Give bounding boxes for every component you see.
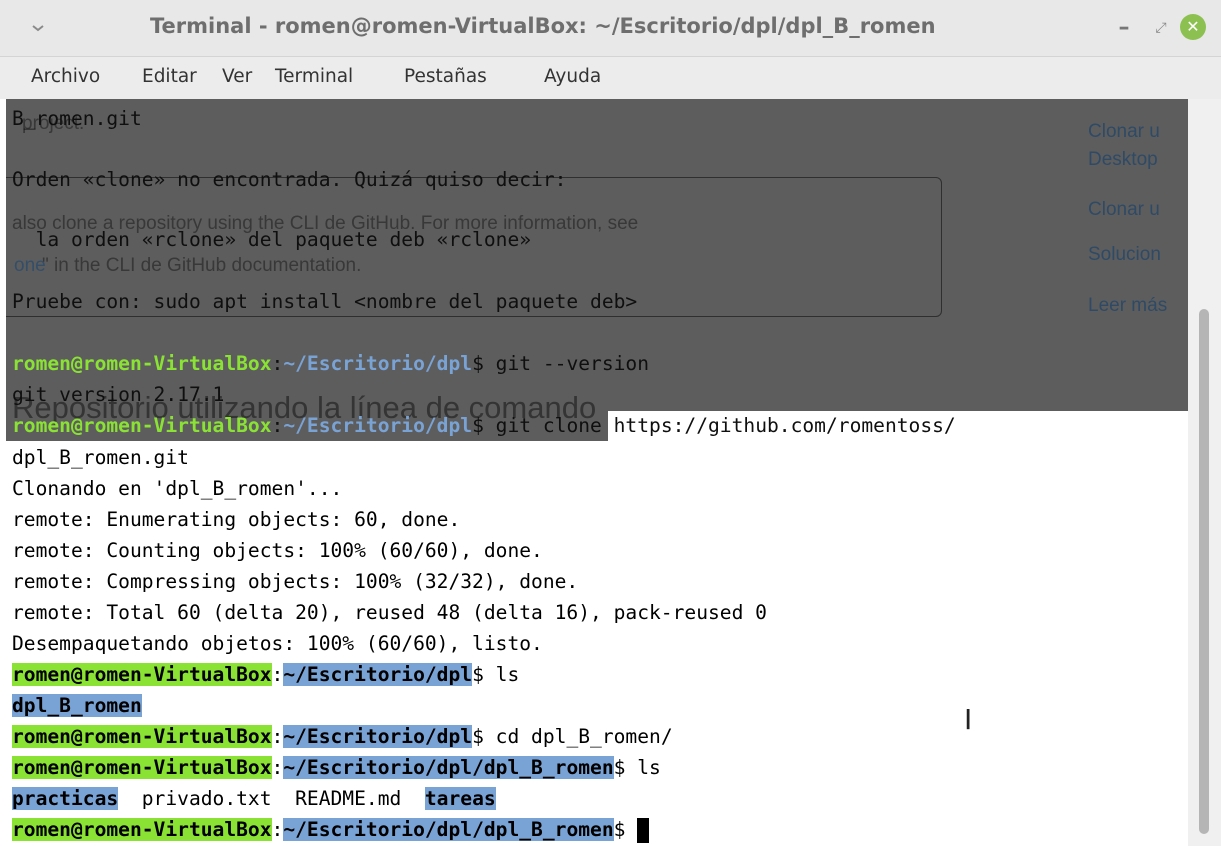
mouse-ibeam-icon: Ⅰ bbox=[964, 703, 973, 736]
background-text-docs: " in the CLI de GitHub documentation. bbox=[42, 255, 362, 276]
prompt-command: $ bbox=[613, 818, 638, 841]
prompt-command: $ git --version bbox=[472, 352, 650, 375]
prompt-path: ~/Escritorio/dpl/dpl_B_romen bbox=[283, 818, 614, 841]
prompt-user: romen@romen-VirtualBox bbox=[12, 663, 272, 686]
terminal-line: git version 2.17.1 bbox=[12, 383, 225, 406]
scrollbar-thumb[interactable] bbox=[1199, 309, 1209, 834]
prompt-line: romen@romen-VirtualBox:~/Escritorio/dpl/… bbox=[12, 815, 650, 845]
prompt-user: romen@romen-VirtualBox bbox=[12, 725, 272, 748]
prompt-path: ~/Escritorio/dpl bbox=[283, 725, 473, 748]
prompt-user: romen@romen-VirtualBox bbox=[12, 352, 272, 375]
prompt-line: romen@romen-VirtualBox:~/Escritorio/dpl$… bbox=[12, 352, 650, 375]
directory-name: tareas bbox=[424, 787, 496, 810]
menu-ayuda[interactable]: Ayuda bbox=[544, 66, 601, 87]
menu-editar[interactable]: Editar bbox=[142, 66, 197, 87]
prompt-line: romen@romen-VirtualBox:~/Escritorio/dpl$… bbox=[12, 725, 673, 748]
file-list: privado.txt README.md bbox=[118, 787, 425, 810]
prompt-command: $ ls bbox=[613, 756, 661, 779]
terminal-line: Orden «clone» no encontrada. Quizá quiso… bbox=[12, 168, 567, 191]
prompt-line: romen@romen-VirtualBox:~/Escritorio/dpl$… bbox=[12, 663, 520, 686]
prompt-line: romen@romen-VirtualBox:~/Escritorio/dpl/… bbox=[12, 756, 661, 779]
background-link-4: Solucion bbox=[1088, 244, 1161, 265]
background-text-link: one bbox=[14, 255, 46, 276]
prompt-path: ~/Escritorio/dpl bbox=[283, 663, 473, 686]
prompt-user: romen@romen-VirtualBox bbox=[12, 414, 272, 437]
chevron-down-icon[interactable] bbox=[26, 16, 50, 40]
terminal-line: remote: Total 60 (delta 20), reused 48 (… bbox=[12, 601, 767, 624]
text-cursor bbox=[637, 818, 650, 843]
menu-bar: Archivo Editar Ver Terminal Pestañas Ayu… bbox=[0, 57, 1221, 99]
terminal-area[interactable]: project. also clone a repository using t… bbox=[6, 99, 1188, 846]
prompt-command: $ ls bbox=[472, 663, 520, 686]
background-link-5: Leer más bbox=[1088, 295, 1168, 316]
terminal-line: practicas privado.txt README.md tareas bbox=[12, 784, 496, 814]
menu-archivo[interactable]: Archivo bbox=[31, 66, 100, 87]
prompt-path: ~/Escritorio/dpl bbox=[283, 352, 473, 375]
terminal-line: remote: Counting objects: 100% (60/60), … bbox=[12, 539, 543, 562]
terminal-line: Clonando en 'dpl_B_romen'... bbox=[12, 477, 343, 500]
menu-ver[interactable]: Ver bbox=[222, 66, 252, 87]
background-link-1: Clonar u bbox=[1088, 121, 1160, 142]
prompt-command: $ cd dpl_B_romen/ bbox=[472, 725, 673, 748]
close-button[interactable]: ✕ bbox=[1180, 14, 1206, 40]
minimize-button[interactable]: – bbox=[1110, 14, 1138, 42]
terminal-line: Desempaquetando objetos: 100% (60/60), l… bbox=[12, 632, 543, 655]
menu-pestanas[interactable]: Pestañas bbox=[404, 66, 487, 87]
prompt-line: romen@romen-VirtualBox:~/Escritorio/dpl$… bbox=[12, 414, 956, 437]
directory-name: practicas bbox=[12, 787, 119, 810]
directory-name: dpl_B_romen bbox=[12, 694, 142, 717]
terminal-line: remote: Compressing objects: 100% (32/32… bbox=[12, 570, 579, 593]
terminal-line: dpl_B_romen bbox=[12, 691, 142, 721]
maximize-button[interactable]: ⤢ bbox=[1147, 14, 1175, 42]
menu-terminal[interactable]: Terminal bbox=[275, 66, 353, 87]
scrollbar[interactable] bbox=[1188, 99, 1221, 846]
terminal-line: dpl_B_romen.git bbox=[12, 446, 189, 469]
window-title: Terminal - romen@romen-VirtualBox: ~/Esc… bbox=[150, 14, 936, 38]
terminal-line: B_romen.git bbox=[12, 107, 142, 130]
prompt-command: $ git clone https://github.com/romentoss… bbox=[472, 414, 956, 437]
terminal-line: Pruebe con: sudo apt install <nombre del… bbox=[12, 290, 638, 313]
background-link-3: Clonar u bbox=[1088, 199, 1160, 220]
prompt-path: ~/Escritorio/dpl bbox=[283, 414, 473, 437]
prompt-path: ~/Escritorio/dpl/dpl_B_romen bbox=[283, 756, 614, 779]
background-link-2: Desktop bbox=[1088, 149, 1158, 170]
prompt-user: romen@romen-VirtualBox bbox=[12, 756, 272, 779]
terminal-line: la orden «rclone» del paquete deb «rclon… bbox=[12, 228, 532, 251]
prompt-user: romen@romen-VirtualBox bbox=[12, 818, 272, 841]
title-bar: Terminal - romen@romen-VirtualBox: ~/Esc… bbox=[0, 0, 1221, 57]
terminal-line: remote: Enumerating objects: 60, done. bbox=[12, 508, 461, 531]
